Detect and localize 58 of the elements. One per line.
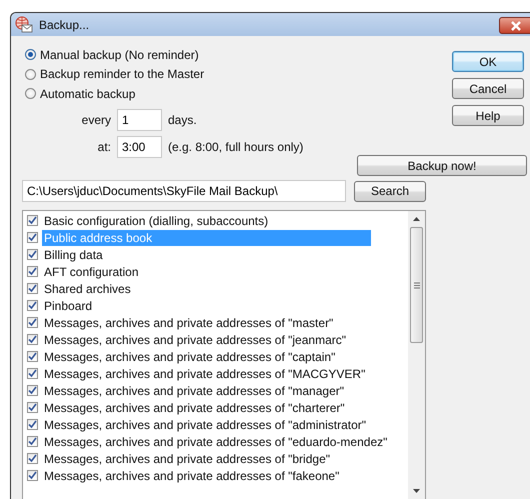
checkbox[interactable] <box>27 249 38 260</box>
list-item[interactable]: Basic configuration (dialling, subaccounts) <box>42 212 270 228</box>
dialog-button[interactable]: Cancel <box>452 78 524 99</box>
list-item[interactable]: Messages, archives and private addresses of "administrator" <box>42 416 368 432</box>
dialog-button[interactable]: Help <box>452 105 524 126</box>
path-field[interactable]: C:\Users\jduc\Documents\SkyFile Mail Backup\ <box>22 180 346 202</box>
checkbox[interactable] <box>27 232 38 243</box>
checkbox[interactable] <box>27 215 38 226</box>
checkbox[interactable] <box>27 351 38 362</box>
checkbox[interactable] <box>27 283 38 294</box>
checkbox[interactable] <box>27 419 38 430</box>
days-field[interactable]: 1 <box>117 108 162 130</box>
checkbox[interactable] <box>27 470 38 481</box>
scroll-up-icon[interactable] <box>413 217 420 221</box>
scrollbar-thumb[interactable] <box>410 227 423 343</box>
backup-now-button[interactable]: Backup now! <box>357 155 527 176</box>
list-item[interactable]: Messages, archives and private addresses of "fakeone" <box>42 468 342 484</box>
checkbox[interactable] <box>27 368 38 379</box>
scrollbar[interactable] <box>408 211 425 499</box>
time-label: at: <box>96 140 111 154</box>
checkbox[interactable] <box>27 317 38 328</box>
checkbox[interactable] <box>27 402 38 413</box>
window-title: Backup... <box>39 18 90 32</box>
list-item[interactable]: Messages, archives and private addresses of "MACGYVER" <box>42 366 368 382</box>
interval-label: every <box>80 112 111 126</box>
list-item[interactable]: Messages, archives and private addresses of "manager" <box>42 382 346 398</box>
grip-icon <box>414 282 420 288</box>
list-item[interactable]: Messages, archives and private addresses of "captain" <box>42 348 338 364</box>
radio-label: Manual backup (No reminder) <box>40 48 199 62</box>
globe-envelope-icon <box>15 16 33 34</box>
dialog-button[interactable]: OK <box>452 51 524 72</box>
radio-button[interactable] <box>25 68 36 80</box>
close-icon <box>510 20 522 30</box>
list-item[interactable]: Messages, archives and private addresses of "eduardo-mendez" <box>42 434 390 450</box>
list-item[interactable]: Messages, archives and private addresses of "charterer" <box>42 400 347 416</box>
unit-label: days. <box>168 112 197 126</box>
checkbox[interactable] <box>27 334 38 345</box>
close-button[interactable] <box>499 17 530 34</box>
scroll-down-icon[interactable] <box>413 489 420 493</box>
checkbox[interactable] <box>27 266 38 277</box>
radio-label: Automatic backup <box>40 86 136 101</box>
list-item[interactable]: Pinboard <box>42 298 94 314</box>
radio-button[interactable] <box>25 88 36 100</box>
list-item[interactable]: Billing data <box>42 246 105 262</box>
checkbox[interactable] <box>27 300 38 311</box>
time-hint: (e.g. 8:00, full hours only) <box>168 140 304 154</box>
list-item[interactable]: Shared archives <box>42 280 133 296</box>
search-button[interactable]: Search <box>354 180 426 202</box>
time-field[interactable]: 3:00 <box>117 136 162 158</box>
checkbox[interactable] <box>27 453 38 464</box>
checkbox[interactable] <box>27 436 38 447</box>
list-item[interactable]: Messages, archives and private addresses of "bridge" <box>42 450 332 466</box>
radio-button[interactable] <box>25 49 36 60</box>
list-item[interactable]: Messages, archives and private addresses of "jeanmarc" <box>42 332 348 348</box>
list-item[interactable]: Messages, archives and private addresses of "master" <box>42 314 336 330</box>
radio-label: Backup reminder to the Master <box>40 67 204 82</box>
checkbox[interactable] <box>27 385 38 396</box>
list-item[interactable]: AFT configuration <box>42 264 140 280</box>
